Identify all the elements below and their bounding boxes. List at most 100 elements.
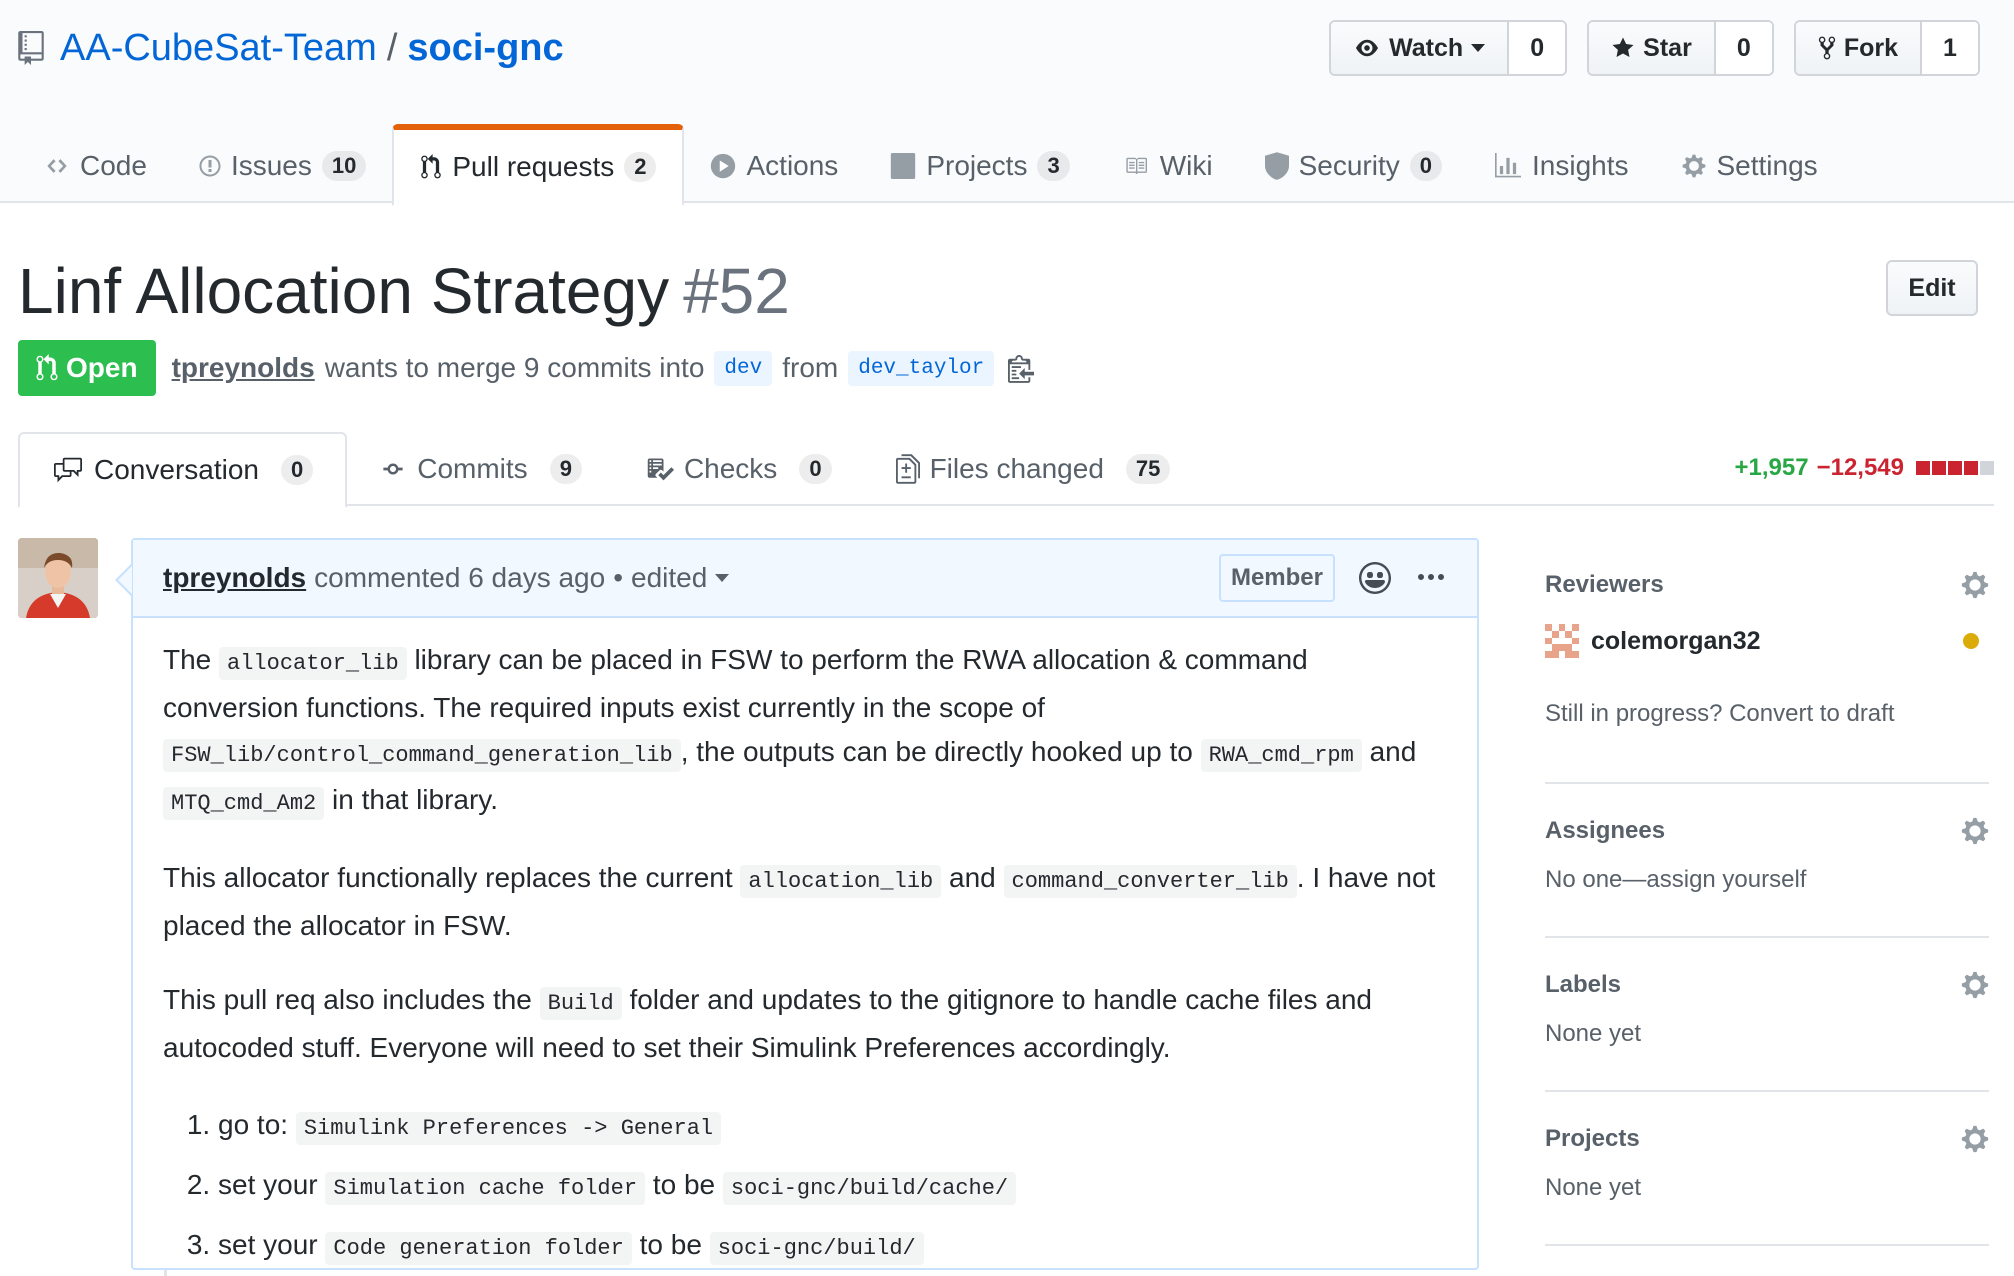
comment-author-link[interactable]: tpreynolds bbox=[163, 562, 306, 594]
diffstat-deletions: −12,549 bbox=[1816, 454, 1904, 481]
tab-label: Conversation bbox=[94, 454, 259, 485]
tab-conversation[interactable]: Conversation 0 bbox=[18, 432, 348, 508]
code-icon bbox=[47, 159, 67, 173]
nav-wiki[interactable]: Wiki bbox=[1096, 126, 1239, 206]
convert-to-draft-link[interactable]: Still in progress? Convert to draft bbox=[1545, 700, 1989, 728]
tab-label: Commits bbox=[417, 453, 528, 484]
star-count[interactable]: 0 bbox=[1715, 22, 1772, 74]
security-count: 0 bbox=[1409, 151, 1442, 181]
text: in that library. bbox=[332, 784, 499, 815]
star-button[interactable]: Star bbox=[1589, 22, 1716, 74]
sidebar-reviewers: Reviewers colemorgan32 Still in progress… bbox=[1545, 538, 1989, 784]
text: and bbox=[1369, 736, 1417, 767]
fork-count[interactable]: 1 bbox=[1922, 22, 1978, 74]
pr-tabnav: Conversation 0 Commits 9 Checks 0 Files … bbox=[18, 432, 1994, 508]
header-dot: • bbox=[613, 562, 624, 593]
tab-files-changed[interactable]: Files changed 75 bbox=[864, 432, 1203, 506]
inline-code: allocator_lib bbox=[219, 647, 407, 680]
assign-yourself-link[interactable]: No one—assign yourself bbox=[1545, 866, 1989, 894]
status-label: Open bbox=[66, 352, 138, 383]
pr-author-link[interactable]: tpreynolds bbox=[172, 352, 315, 384]
reviewers-heading[interactable]: Reviewers bbox=[1545, 570, 1989, 600]
graph-icon bbox=[1495, 153, 1521, 178]
projects-count: 3 bbox=[1037, 151, 1070, 181]
tab-count: 0 bbox=[280, 455, 314, 485]
nav-insights[interactable]: Insights bbox=[1468, 126, 1655, 206]
nav-actions[interactable]: Actions bbox=[684, 126, 864, 206]
watch-count[interactable]: 0 bbox=[1509, 22, 1566, 74]
pull-requests-count: 2 bbox=[624, 152, 657, 182]
diffstat-bar bbox=[1980, 461, 1994, 475]
edit-button[interactable]: Edit bbox=[1886, 260, 1978, 316]
sidebar: Reviewers colemorgan32 Still in progress… bbox=[1545, 538, 1989, 1246]
watch-label: Watch bbox=[1389, 33, 1464, 62]
text: This allocator functionally replaces the… bbox=[163, 862, 733, 893]
text: set your bbox=[218, 1229, 318, 1260]
tab-count: 75 bbox=[1125, 454, 1171, 484]
head-branch[interactable]: dev_taylor bbox=[848, 350, 995, 386]
tab-checks[interactable]: Checks 0 bbox=[614, 432, 864, 506]
edited-dropdown[interactable]: edited bbox=[631, 562, 730, 594]
comment-paragraph: The allocator_lib library can be placed … bbox=[163, 638, 1447, 826]
repo-header: AA-CubeSat-Team / soci-gnc Watch 0 Star … bbox=[0, 0, 2014, 206]
pr-title-text: Linf Allocation Strategy bbox=[18, 255, 670, 327]
nav-label: Security bbox=[1298, 150, 1400, 181]
pr-meta-text: wants to merge 9 commits into bbox=[324, 352, 705, 383]
nav-code[interactable]: Code bbox=[18, 126, 173, 206]
nav-label: Wiki bbox=[1159, 150, 1213, 181]
comment-box: tpreynolds commented 6 days ago • edited… bbox=[115, 538, 1479, 1270]
tab-count: 0 bbox=[799, 454, 832, 484]
nav-projects[interactable]: Projects 3 bbox=[864, 126, 1095, 206]
gear-icon[interactable] bbox=[1961, 816, 1989, 846]
repo-nav: Code Issues 10 Pull requests 2 Actions P… bbox=[18, 124, 1844, 206]
heading-label: Assignees bbox=[1545, 817, 1666, 844]
list-item: set your Code generation folder to be so… bbox=[218, 1220, 1447, 1274]
diffstat: +1,957 −12,549 bbox=[1735, 454, 1994, 482]
reviewer-row[interactable]: colemorgan32 bbox=[1545, 624, 1989, 658]
heading-label: Labels bbox=[1545, 971, 1622, 998]
diffstat-bar bbox=[1932, 461, 1946, 475]
nav-pull-requests[interactable]: Pull requests 2 bbox=[392, 124, 685, 206]
edited-label: edited bbox=[631, 562, 708, 593]
pr-from-text: from bbox=[782, 352, 839, 383]
nav-security[interactable]: Security 0 bbox=[1239, 126, 1468, 206]
gear-icon[interactable] bbox=[1961, 1124, 1989, 1154]
avatar[interactable] bbox=[18, 538, 98, 618]
tab-count: 9 bbox=[549, 454, 582, 484]
kebab-horizontal-icon[interactable] bbox=[1415, 562, 1447, 594]
tab-commits[interactable]: Commits 9 bbox=[347, 432, 614, 506]
watch-button[interactable]: Watch bbox=[1331, 22, 1510, 74]
nav-label: Settings bbox=[1716, 150, 1818, 181]
inline-code: RWA_cmd_rpm bbox=[1200, 739, 1362, 772]
nav-label: Insights bbox=[1532, 150, 1629, 181]
repo-title: AA-CubeSat-Team / soci-gnc bbox=[18, 24, 564, 72]
steps-list: go to: Simulink Preferences -> General s… bbox=[163, 1100, 1447, 1274]
issue-icon bbox=[199, 155, 221, 177]
sidebar-projects: Projects None yet bbox=[1545, 1092, 1989, 1246]
review-pending-dot bbox=[1963, 633, 1979, 649]
smiley-icon[interactable] bbox=[1359, 562, 1391, 594]
repo-name-link[interactable]: soci-gnc bbox=[407, 27, 563, 70]
diffstat-bars bbox=[1916, 461, 1994, 475]
comment-timestamp[interactable]: commented 6 days ago bbox=[314, 562, 605, 594]
text: to be bbox=[652, 1169, 716, 1200]
clipboard-icon[interactable] bbox=[1008, 353, 1035, 383]
inline-code: allocation_lib bbox=[740, 865, 942, 898]
gear-icon[interactable] bbox=[1961, 570, 1989, 600]
nav-settings[interactable]: Settings bbox=[1655, 126, 1844, 206]
heading-label: Projects bbox=[1545, 1125, 1640, 1152]
labels-heading[interactable]: Labels bbox=[1545, 970, 1989, 1000]
diffstat-bar bbox=[1964, 461, 1978, 475]
gear-icon[interactable] bbox=[1961, 970, 1989, 1000]
diffstat-bar bbox=[1916, 461, 1930, 475]
projects-heading[interactable]: Projects bbox=[1545, 1124, 1989, 1154]
base-branch[interactable]: dev bbox=[714, 350, 773, 386]
text: set your bbox=[218, 1169, 318, 1200]
git-pull-request-icon bbox=[421, 154, 442, 179]
repo-owner-link[interactable]: AA-CubeSat-Team bbox=[60, 27, 377, 70]
inline-code: MTQ_cmd_Am2 bbox=[163, 787, 325, 820]
assignees-heading[interactable]: Assignees bbox=[1545, 816, 1989, 846]
nav-issues[interactable]: Issues 10 bbox=[173, 126, 392, 206]
fork-button[interactable]: Fork bbox=[1795, 22, 1922, 74]
inline-code: command_converter_lib bbox=[1003, 865, 1297, 898]
